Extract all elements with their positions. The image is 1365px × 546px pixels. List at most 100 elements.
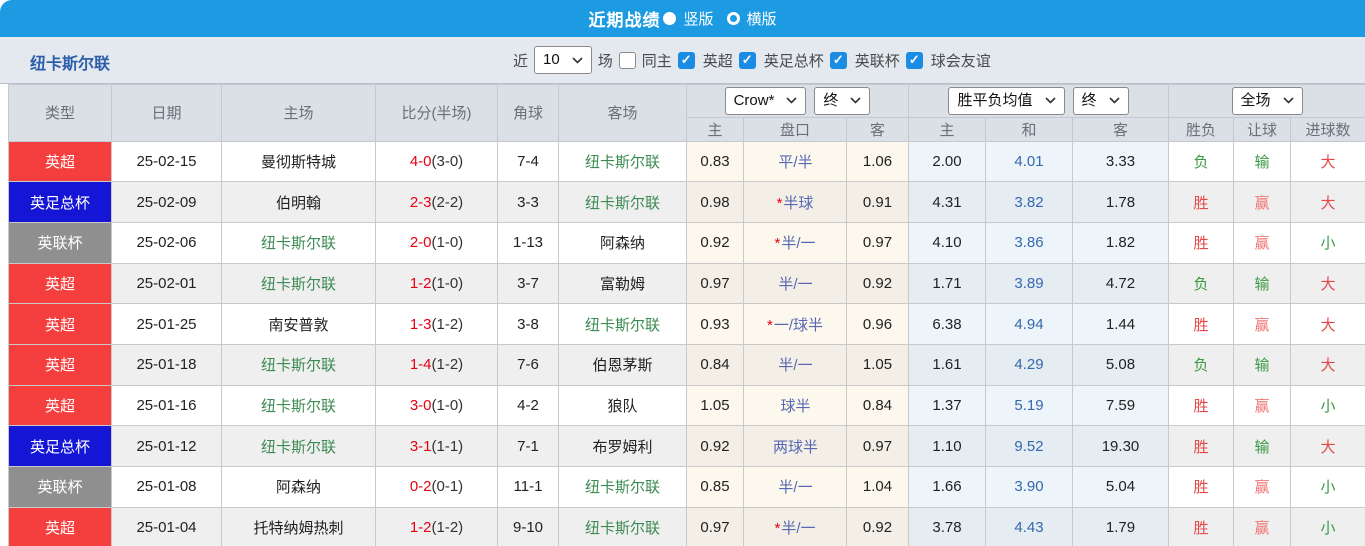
corners: 7-1 bbox=[497, 425, 559, 467]
table-row: 英超 25-01-16 纽卡斯尔联 3-0(1-0) 4-2 狼队 1.05 球… bbox=[8, 384, 1365, 427]
recent-count-value: 10 bbox=[543, 51, 560, 69]
handicap-line-cell: 半/一 bbox=[743, 466, 847, 508]
home-team: 纽卡斯尔联 bbox=[221, 425, 376, 467]
checkbox-premier-league[interactable]: ✓ bbox=[677, 51, 695, 69]
club-friendly-label[interactable]: 球会友谊 bbox=[931, 50, 991, 71]
subheader-handicap-away: 客 bbox=[846, 116, 909, 142]
avg-win-odds: 3.78 bbox=[908, 506, 986, 546]
handicap-away-odds: 0.96 bbox=[846, 303, 909, 345]
result-flag: 胜 bbox=[1168, 466, 1234, 508]
handicap-stage-value: 终 bbox=[823, 92, 839, 109]
title-bar: 近期战绩 竖版 横版 bbox=[0, 0, 1365, 37]
goals-flag: 大 bbox=[1289, 343, 1365, 386]
col-header-corners: 角球 bbox=[497, 84, 559, 142]
score-cell: 3-0(1-0) bbox=[375, 384, 498, 427]
result-flag: 胜 bbox=[1168, 221, 1234, 264]
results-table-body: 英超 25-02-15 曼彻斯特城 4-0(3-0) 7-4 纽卡斯尔联 0.8… bbox=[8, 140, 1365, 546]
match-date: 25-01-16 bbox=[111, 384, 222, 427]
handicap-line-cell: 半/一 bbox=[743, 343, 847, 386]
score-cell: 2-0(1-0) bbox=[375, 221, 498, 264]
handicap-result-flag: 赢 bbox=[1233, 303, 1291, 345]
handicap-stage-select[interactable]: 终 bbox=[814, 87, 871, 115]
avg-lose-odds: 19.30 bbox=[1072, 425, 1169, 467]
corners: 11-1 bbox=[497, 466, 559, 508]
corners: 4-2 bbox=[497, 384, 559, 427]
subheader-avg-lose: 客 bbox=[1072, 116, 1169, 142]
avg-draw-odds: 4.94 bbox=[985, 303, 1073, 345]
avg-win-odds: 4.31 bbox=[908, 181, 986, 223]
full-score: 4-0 bbox=[409, 152, 432, 170]
chevron-down-icon bbox=[786, 97, 797, 104]
home-team: 托特纳姆热刺 bbox=[221, 506, 376, 546]
checkbox-club-friendly[interactable]: ✓ bbox=[905, 51, 923, 69]
handicap-home-odds: 0.92 bbox=[686, 221, 744, 264]
avg-draw-odds: 3.86 bbox=[985, 221, 1073, 264]
scope-select[interactable]: 全场 bbox=[1231, 87, 1303, 115]
radio-vertical-label[interactable]: 竖版 bbox=[683, 8, 713, 29]
premier-league-label[interactable]: 英超 bbox=[703, 50, 733, 71]
match-date: 25-01-08 bbox=[111, 466, 222, 508]
avg-lose-odds: 4.72 bbox=[1072, 262, 1169, 305]
avg-stage-value: 终 bbox=[1081, 92, 1097, 109]
checkbox-fa-cup[interactable]: ✓ bbox=[738, 51, 756, 69]
radio-vertical-layout[interactable] bbox=[663, 12, 677, 25]
avg-odds-group-header: 胜平负均值 终 bbox=[908, 84, 1169, 118]
league-badge: 英超 bbox=[8, 384, 112, 427]
match-date: 25-01-25 bbox=[111, 303, 222, 345]
handicap-line: 半/一 bbox=[781, 235, 816, 253]
handicap-away-odds: 1.04 bbox=[846, 466, 909, 508]
efl-cup-label[interactable]: 英联杯 bbox=[855, 50, 900, 71]
avg-lose-odds: 1.82 bbox=[1072, 221, 1169, 264]
result-group-header: 全场 bbox=[1167, 84, 1365, 118]
score-cell: 2-3(2-2) bbox=[375, 181, 498, 223]
handicap-group-header: Crow* 终 bbox=[686, 84, 909, 118]
table-row: 英超 25-01-25 南安普敦 1-3(1-2) 3-8 纽卡斯尔联 0.93… bbox=[8, 303, 1365, 345]
home-team: 纽卡斯尔联 bbox=[221, 343, 376, 386]
full-score: 1-4 bbox=[409, 356, 432, 374]
avg-odds-select[interactable]: 胜平负均值 bbox=[948, 87, 1065, 115]
odds-company-select[interactable]: Crow* bbox=[724, 87, 807, 115]
result-flag: 负 bbox=[1168, 140, 1234, 183]
goals-flag: 大 bbox=[1289, 303, 1365, 345]
radio-horizontal-label[interactable]: 横版 bbox=[747, 8, 777, 29]
avg-win-odds: 1.71 bbox=[908, 262, 986, 305]
league-badge: 英超 bbox=[8, 140, 112, 183]
score-cell: 1-4(1-2) bbox=[375, 343, 498, 386]
handicap-result-flag: 输 bbox=[1233, 425, 1291, 467]
col-header-date: 日期 bbox=[111, 84, 222, 142]
goals-flag: 小 bbox=[1289, 384, 1365, 427]
match-date: 25-02-06 bbox=[111, 221, 222, 264]
league-badge: 英足总杯 bbox=[8, 425, 112, 467]
chevron-down-icon bbox=[1108, 97, 1120, 104]
full-score: 3-1 bbox=[409, 437, 432, 455]
match-date: 25-02-09 bbox=[111, 181, 222, 223]
goals-flag: 大 bbox=[1289, 262, 1365, 305]
handicap-home-odds: 0.97 bbox=[686, 262, 744, 305]
fa-cup-label[interactable]: 英足总杯 bbox=[764, 50, 824, 71]
checkbox-efl-cup[interactable]: ✓ bbox=[829, 51, 847, 69]
half-score: (2-2) bbox=[431, 193, 464, 211]
avg-win-odds: 1.37 bbox=[908, 384, 986, 427]
result-flag: 胜 bbox=[1168, 181, 1234, 223]
avg-win-odds: 1.66 bbox=[908, 466, 986, 508]
corners: 1-13 bbox=[497, 221, 559, 264]
score-cell: 4-0(3-0) bbox=[375, 140, 498, 183]
odds-company-value: Crow* bbox=[733, 92, 775, 109]
league-badge: 英超 bbox=[8, 303, 112, 345]
corners: 7-6 bbox=[497, 343, 559, 386]
recent-label: 近 bbox=[513, 52, 529, 70]
table-row: 英超 25-01-18 纽卡斯尔联 1-4(1-2) 7-6 伯恩茅斯 0.84… bbox=[8, 343, 1365, 386]
chevron-down-icon bbox=[1044, 97, 1056, 104]
radio-horizontal-layout[interactable] bbox=[726, 12, 740, 25]
avg-stage-select[interactable]: 终 bbox=[1072, 87, 1129, 115]
checkbox-same-home[interactable] bbox=[618, 51, 636, 69]
recent-count-select[interactable]: 10 bbox=[534, 46, 592, 74]
away-team: 布罗姆利 bbox=[558, 425, 687, 467]
avg-draw-odds: 3.89 bbox=[985, 262, 1073, 305]
chevron-down-icon bbox=[1282, 97, 1294, 104]
handicap-away-odds: 0.97 bbox=[846, 425, 909, 467]
league-badge: 英超 bbox=[8, 506, 112, 546]
handicap-away-odds: 1.05 bbox=[846, 343, 909, 386]
half-score: (1-1) bbox=[431, 437, 464, 455]
handicap-star: * bbox=[774, 520, 781, 538]
